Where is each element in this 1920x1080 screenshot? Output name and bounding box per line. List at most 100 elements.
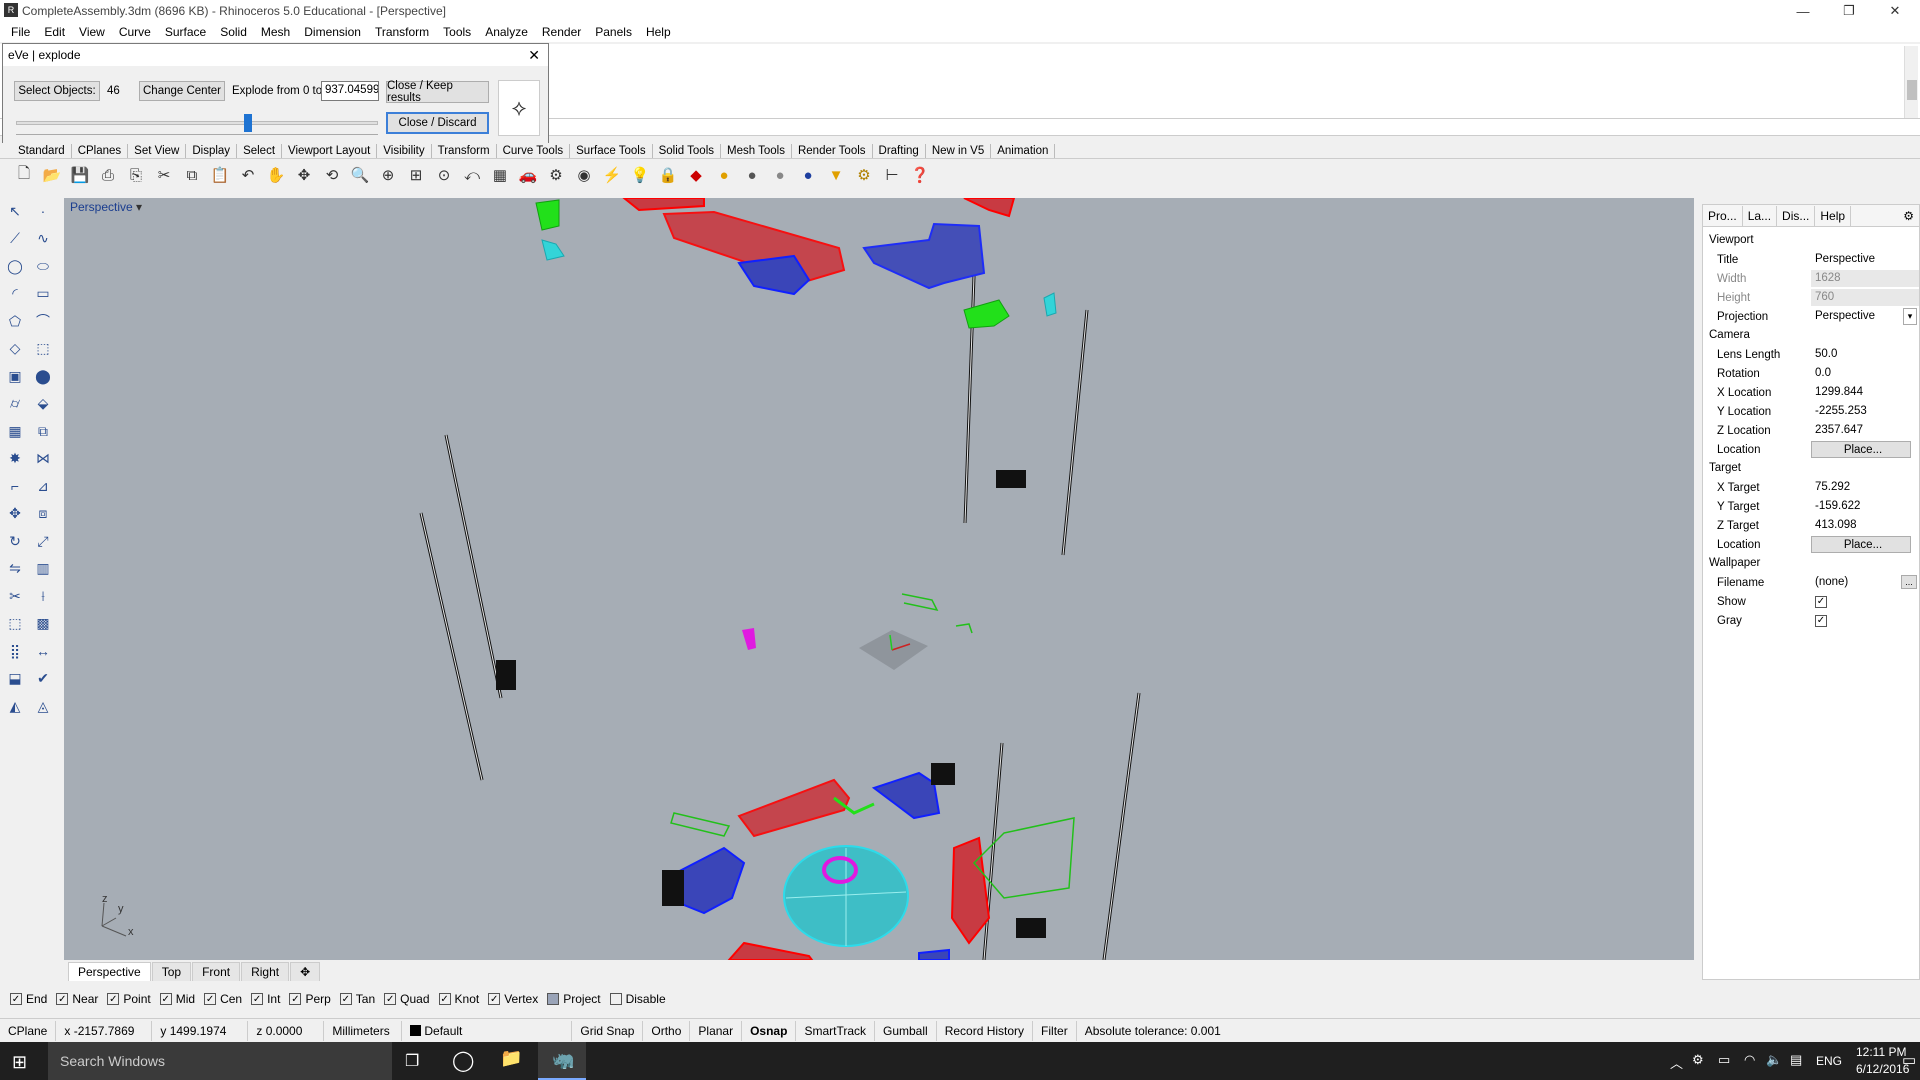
print-icon[interactable]: ⎙ <box>96 163 120 187</box>
dimension-icon[interactable]: ↔ <box>32 640 54 662</box>
scale-icon[interactable]: ⤢ <box>32 530 54 552</box>
array-icon[interactable]: ▥ <box>32 558 54 580</box>
point-icon[interactable]: ◉ <box>572 163 596 187</box>
osnap-tan[interactable]: ✓ Tan <box>339 992 375 1006</box>
mirror-icon[interactable]: ⇋ <box>4 558 26 580</box>
close-window-button[interactable]: ✕ <box>1872 0 1918 22</box>
osnap-cen[interactable]: ✓ Cen <box>204 992 242 1006</box>
zoom-window-icon[interactable]: ⊕ <box>376 163 400 187</box>
dialog-close-icon[interactable]: ✕ <box>528 47 540 64</box>
chamfer-icon[interactable]: ⊿ <box>32 475 54 497</box>
message-icon[interactable]: ▤ <box>1790 1052 1802 1068</box>
block-icon[interactable]: ▩ <box>32 613 54 635</box>
rendered-sphere-icon[interactable]: ● <box>768 163 792 187</box>
opera-icon[interactable]: ◯ <box>452 1048 474 1073</box>
osnap-int[interactable]: ✓ Int <box>251 992 280 1006</box>
browse-button[interactable]: ... <box>1901 575 1917 589</box>
menu-curve[interactable]: Curve <box>112 25 158 39</box>
osnap-disable[interactable]: Disable <box>609 992 666 1006</box>
minimize-button[interactable]: — <box>1780 0 1826 22</box>
sphere-icon[interactable]: ⬤ <box>32 365 54 387</box>
maximize-button[interactable]: ❐ <box>1826 0 1872 22</box>
filter-icon[interactable]: ▼ <box>824 163 848 187</box>
menu-tools[interactable]: Tools <box>436 25 478 39</box>
show-hidden-icons[interactable]: ︿ <box>1670 1053 1683 1072</box>
menu-mesh[interactable]: Mesh <box>254 25 297 39</box>
tab-drafting[interactable]: Drafting <box>873 143 926 158</box>
osnap-vertex[interactable]: ✓ Vertex <box>488 992 538 1006</box>
wifi-icon[interactable]: ◠ <box>1744 1052 1755 1068</box>
zoom-icon[interactable]: 🔍 <box>348 163 372 187</box>
move-icon[interactable]: ✥ <box>4 503 26 525</box>
smarttrack-toggle[interactable]: SmartTrack <box>796 1020 875 1041</box>
rotate-view-icon[interactable]: ⟲ <box>320 163 344 187</box>
fillet-icon[interactable]: ⌐ <box>4 475 26 497</box>
copy-icon[interactable]: ⧉ <box>180 163 204 187</box>
help-icon[interactable]: ❓ <box>908 163 932 187</box>
undo-view-icon[interactable]: ⤺ <box>460 163 484 187</box>
camera-place-button[interactable]: Place... <box>1811 441 1911 458</box>
save-icon[interactable]: 💾 <box>68 163 92 187</box>
split-icon[interactable]: ⟊ <box>32 585 54 607</box>
select-arrow-icon[interactable]: ↖ <box>4 200 26 222</box>
title-field[interactable]: Perspective <box>1811 251 1919 268</box>
rectangle-icon[interactable]: ▭ <box>32 283 54 305</box>
ellipse-icon[interactable]: ⬭ <box>32 255 54 277</box>
properties-tab[interactable]: Pro... <box>1703 205 1743 226</box>
curve-icon[interactable]: ∿ <box>32 228 54 250</box>
menu-view[interactable]: View <box>72 25 112 39</box>
light-bulb-icon[interactable]: 💡 <box>628 163 652 187</box>
explode-dialog[interactable]: eVe | explode ✕ Select Objects: 46 Chang… <box>2 43 549 147</box>
render-icon[interactable]: ◬ <box>32 695 54 717</box>
tab-right[interactable]: Right <box>241 962 290 981</box>
zoom-selected-icon[interactable]: ⊙ <box>432 163 456 187</box>
options-gear-icon[interactable]: ⚙ <box>852 163 876 187</box>
show-checkbox[interactable]: ✓ <box>1815 595 1827 608</box>
cylinder-icon[interactable]: ⌭ <box>4 393 26 415</box>
language-indicator[interactable]: ENG <box>1816 1054 1842 1068</box>
layers-tab[interactable]: La... <box>1743 205 1778 226</box>
layer-icon[interactable]: ◆ <box>684 163 708 187</box>
dimension-icon[interactable]: ⊢ <box>880 163 904 187</box>
explode-icon[interactable]: ✸ <box>4 448 26 470</box>
tab-perspective[interactable]: Perspective <box>68 962 151 981</box>
boolean-icon[interactable]: ⧉ <box>32 420 54 442</box>
snap-icon[interactable]: ⚡ <box>600 163 624 187</box>
tab-animation[interactable]: Animation <box>991 143 1056 158</box>
tab-select[interactable]: Select <box>237 143 283 158</box>
paste-icon[interactable]: 📋 <box>208 163 232 187</box>
tab-top[interactable]: Top <box>151 962 192 981</box>
help-tab[interactable]: Help <box>1815 205 1852 226</box>
perspective-viewport[interactable]: Perspective ▾ z y x <box>64 198 1694 960</box>
osnap-near[interactable]: ✓ Near <box>56 992 98 1006</box>
osnap-point[interactable]: ✓ Point <box>107 992 151 1006</box>
cplane-status[interactable]: CPlane <box>0 1020 57 1041</box>
group-icon[interactable]: ⬚ <box>4 613 26 635</box>
tab-surface-tools[interactable]: Surface Tools <box>570 143 653 158</box>
tab-render-tools[interactable]: Render Tools <box>792 143 873 158</box>
new-file-icon[interactable]: 🗋 <box>12 163 36 187</box>
projection-select[interactable]: Perspective ▾ <box>1811 308 1919 325</box>
join-icon[interactable]: ⋈ <box>32 448 54 470</box>
menu-solid[interactable]: Solid <box>213 25 254 39</box>
y-location-field[interactable]: -2255.253 <box>1811 403 1919 420</box>
shade-icon[interactable]: ◭ <box>4 695 26 717</box>
zoom-extents-icon[interactable]: ⊞ <box>404 163 428 187</box>
command-scrollbar[interactable] <box>1904 46 1918 118</box>
copy-icon[interactable]: ⧈ <box>32 503 54 525</box>
cut-icon[interactable]: ✂ <box>152 163 176 187</box>
circle-icon[interactable]: ◯ <box>4 255 26 277</box>
osnap-quad[interactable]: ✓ Quad <box>384 992 430 1006</box>
slider-thumb[interactable] <box>244 114 252 132</box>
undo-icon[interactable]: ↶ <box>236 163 260 187</box>
x-target-field[interactable]: 75.292 <box>1811 479 1919 496</box>
render-sphere-icon[interactable]: ● <box>796 163 820 187</box>
osnap-knot[interactable]: ✓ Knot <box>438 992 479 1006</box>
gumball-toggle[interactable]: Gumball <box>875 1020 937 1041</box>
add-viewport-icon[interactable]: ✥ <box>290 962 321 981</box>
select-objects-button[interactable]: Select Objects: <box>14 81 100 101</box>
rhino-taskbar-button[interactable]: 🦏 <box>538 1042 586 1080</box>
osnap-project[interactable]: Project <box>547 992 601 1006</box>
menu-dimension[interactable]: Dimension <box>297 25 368 39</box>
record-history-toggle[interactable]: Record History <box>937 1020 1034 1041</box>
